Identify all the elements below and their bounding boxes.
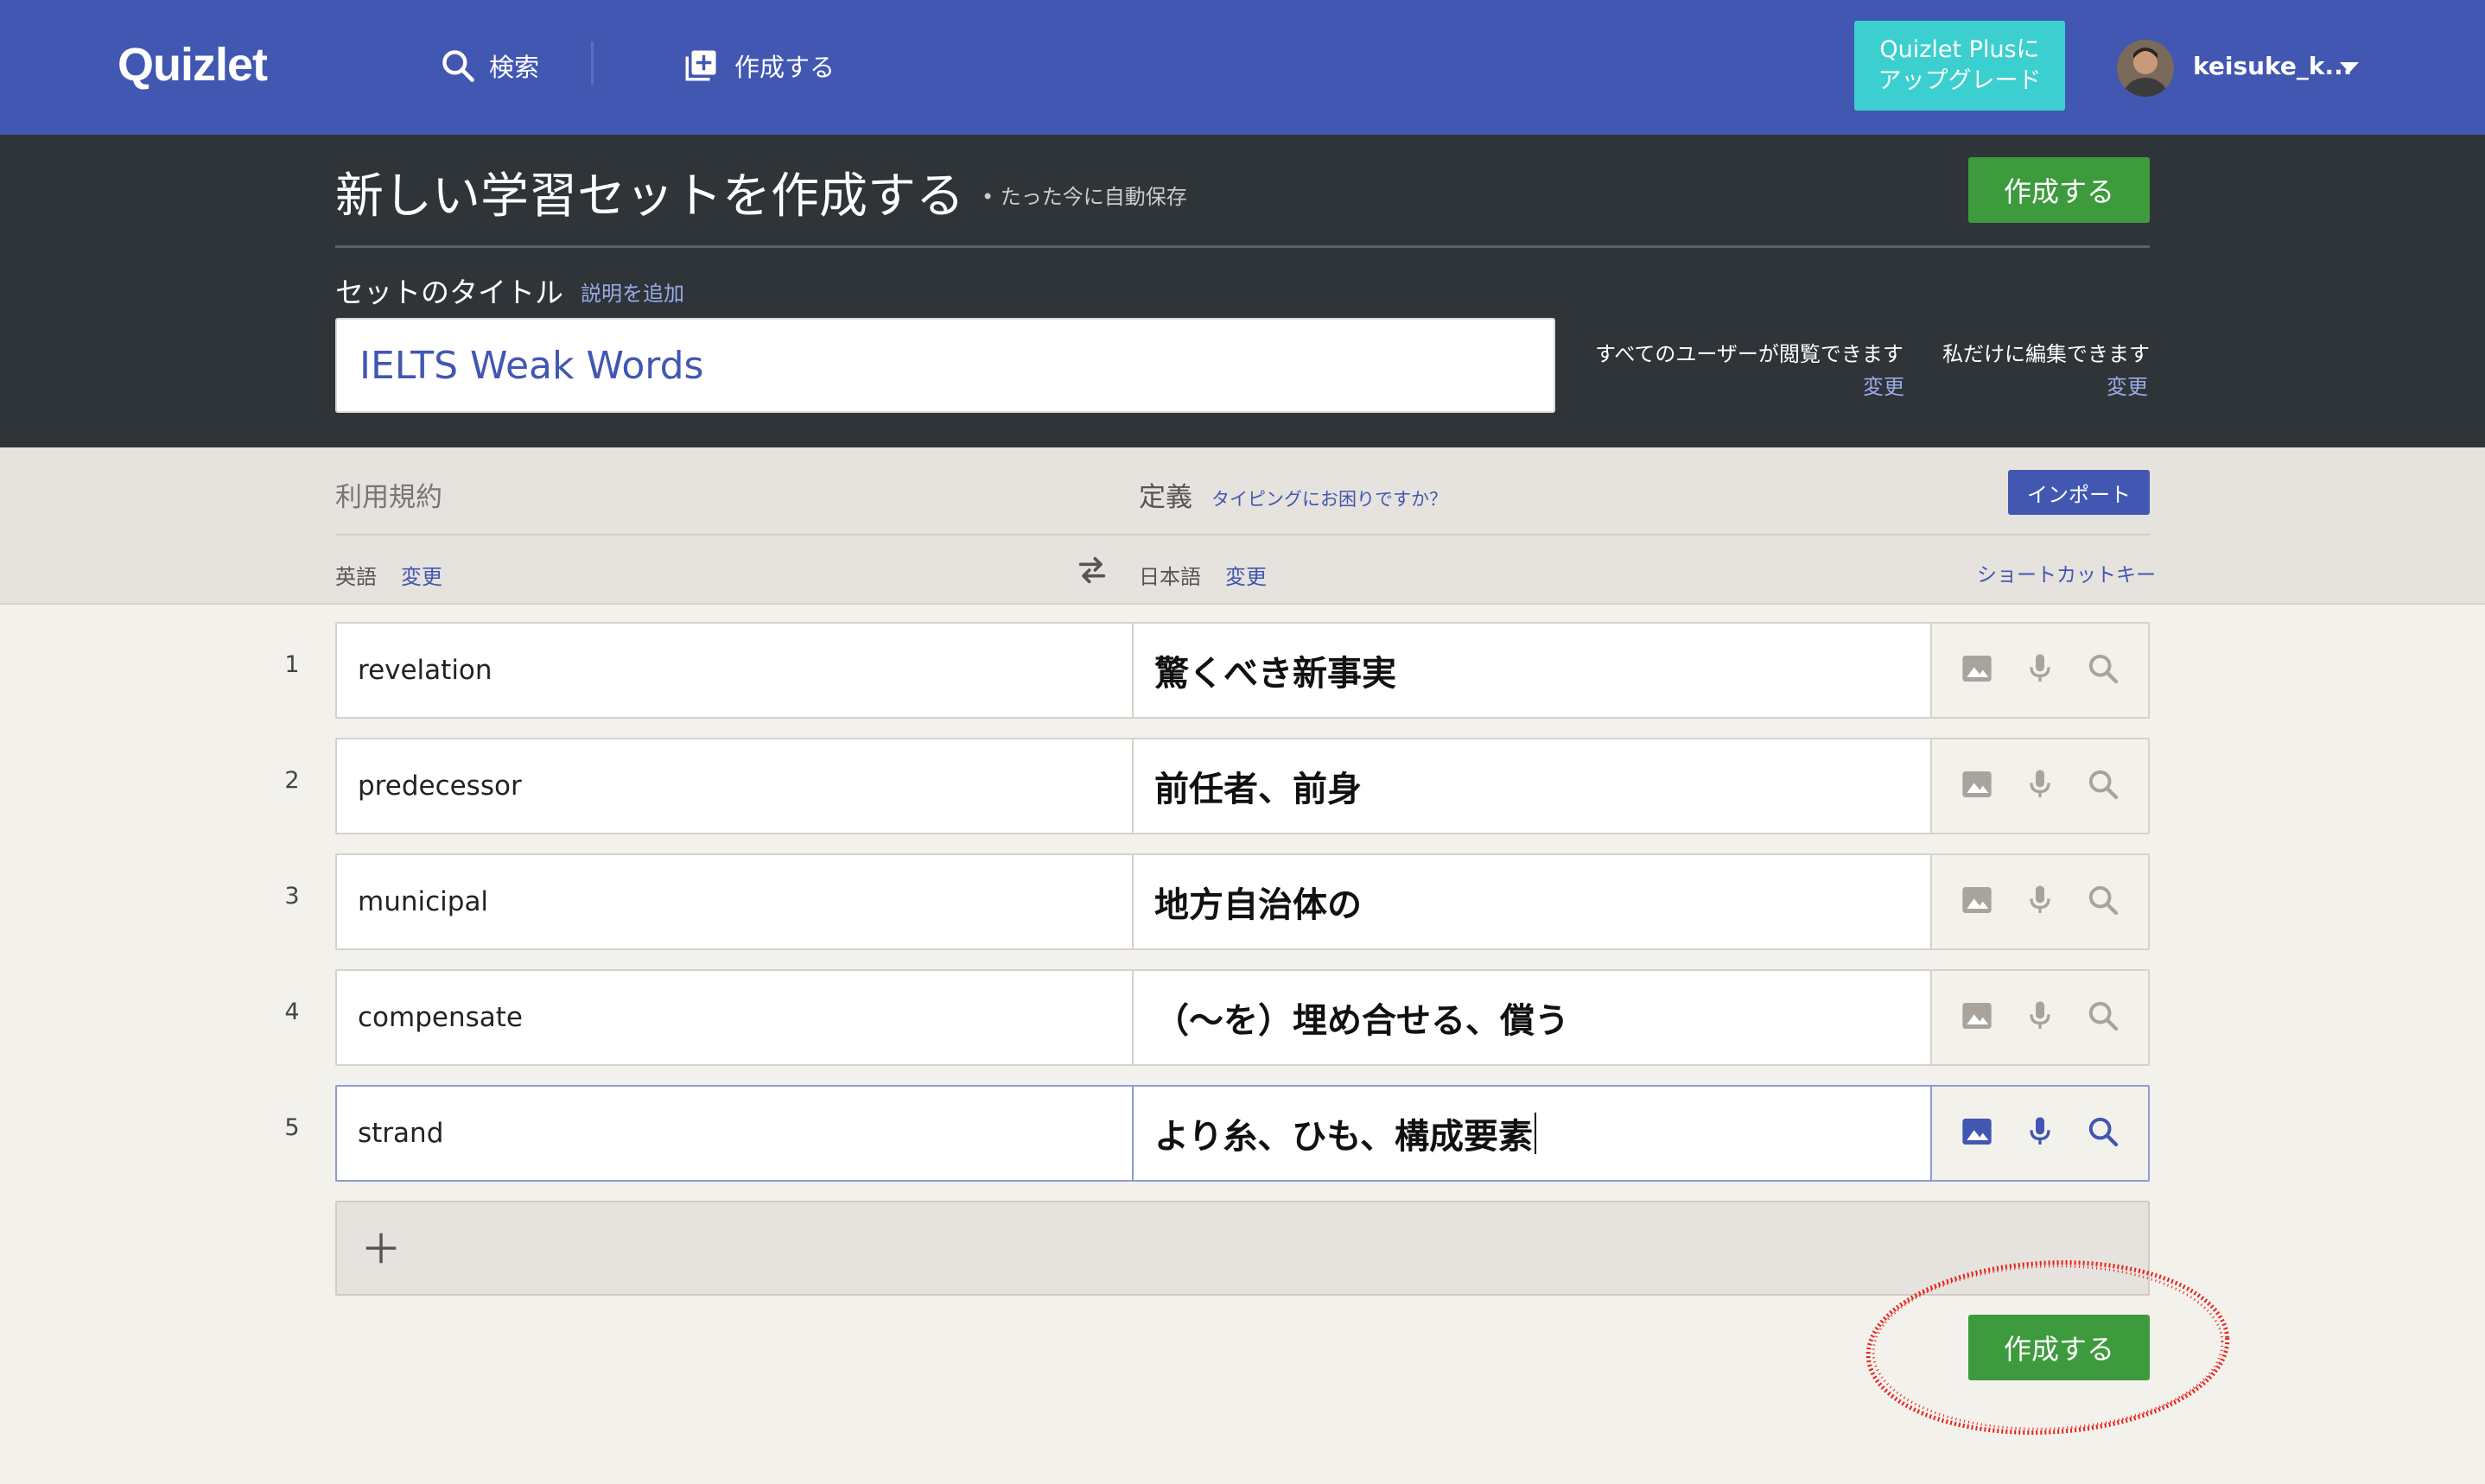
search-icon[interactable] bbox=[2086, 651, 2120, 689]
swap-icon[interactable] bbox=[1075, 553, 1109, 587]
import-button[interactable]: インポート bbox=[2008, 470, 2150, 515]
definition-text: （〜を）埋め合せる、償う bbox=[1154, 1001, 1569, 1041]
column-band-divider bbox=[335, 534, 2150, 536]
avatar[interactable] bbox=[2117, 40, 2174, 97]
upgrade-line-1: Quizlet Plusに bbox=[1879, 36, 2040, 63]
term-text: strand bbox=[358, 1118, 444, 1149]
definition-input[interactable]: より糸、ひも、構成要素 bbox=[1134, 1087, 1932, 1180]
quizlet-logo[interactable]: Quizlet bbox=[118, 38, 268, 92]
term-text: predecessor bbox=[358, 771, 522, 802]
card-number: 1 bbox=[284, 651, 300, 678]
set-title-input[interactable]: IELTS Weak Words bbox=[335, 318, 1555, 413]
card-row: compensate （〜を）埋め合せる、償う bbox=[335, 969, 2150, 1066]
term-text: revelation bbox=[358, 655, 493, 686]
card-tools bbox=[1932, 624, 2148, 717]
edit-permission-change-link[interactable]: 変更 bbox=[2107, 370, 2148, 400]
plus-icon bbox=[365, 1233, 397, 1264]
image-icon[interactable] bbox=[1960, 1114, 1994, 1152]
term-input[interactable]: municipal bbox=[337, 855, 1134, 948]
card-number: 5 bbox=[284, 1114, 300, 1141]
card-row: predecessor 前任者、前身 bbox=[335, 738, 2150, 834]
search-icon[interactable] bbox=[2086, 767, 2120, 805]
create-button-top[interactable]: 作成する bbox=[1968, 157, 2150, 223]
terms-column-label: 利用規約 bbox=[335, 482, 442, 513]
search-icon[interactable] bbox=[2086, 999, 2120, 1037]
shortcut-keys-link[interactable]: ショートカットキー bbox=[1977, 558, 2156, 587]
term-text: municipal bbox=[358, 886, 489, 917]
upgrade-line-2: アップグレード bbox=[1878, 67, 2042, 94]
typing-help-link[interactable]: タイピングにお困りですか？ bbox=[1211, 485, 1447, 511]
microphone-icon[interactable] bbox=[2023, 767, 2057, 805]
card-tools bbox=[1932, 855, 2148, 948]
image-icon[interactable] bbox=[1960, 999, 1994, 1037]
edit-permission-text: 私だけに編集できます bbox=[1942, 342, 2150, 366]
top-navbar: Quizlet 検索 作成する Quizlet Plusに アップグレード ke… bbox=[0, 0, 2485, 135]
card-tools bbox=[1932, 1087, 2148, 1180]
add-set-icon bbox=[685, 50, 716, 81]
username[interactable]: keisuke_k... bbox=[2193, 52, 2352, 80]
definition-text: 驚くべき新事実 bbox=[1154, 654, 1396, 694]
definition-language-label: 日本語 bbox=[1139, 565, 1201, 589]
nav-divider bbox=[591, 41, 594, 85]
search-icon bbox=[442, 50, 474, 82]
image-icon[interactable] bbox=[1960, 651, 1994, 689]
microphone-icon[interactable] bbox=[2023, 883, 2057, 921]
header-divider bbox=[335, 245, 2150, 248]
set-title-label: セットのタイトル bbox=[335, 276, 563, 309]
search-icon[interactable] bbox=[2086, 883, 2120, 921]
image-icon[interactable] bbox=[1960, 767, 1994, 805]
term-text: compensate bbox=[358, 1002, 523, 1033]
card-row: revelation 驚くべき新事実 bbox=[335, 622, 2150, 719]
nav-create-label: 作成する bbox=[734, 53, 836, 82]
card-row: strand より糸、ひも、構成要素 bbox=[335, 1085, 2150, 1182]
card-row: municipal 地方自治体の bbox=[335, 853, 2150, 950]
card-number: 3 bbox=[284, 883, 300, 910]
add-description-link[interactable]: 説明を追加 bbox=[581, 276, 684, 307]
nav-create-button[interactable]: 作成する bbox=[683, 43, 835, 88]
definition-text: より糸、ひも、構成要素 bbox=[1154, 1117, 1533, 1157]
visibility-text: すべてのユーザーが閲覧できます bbox=[1595, 342, 1903, 366]
term-input[interactable]: predecessor bbox=[337, 739, 1134, 833]
upgrade-button[interactable]: Quizlet Plusに アップグレード bbox=[1854, 21, 2065, 111]
image-icon[interactable] bbox=[1960, 883, 1994, 921]
card-number: 2 bbox=[284, 767, 300, 794]
term-input[interactable]: compensate bbox=[337, 971, 1134, 1064]
definition-input[interactable]: 前任者、前身 bbox=[1134, 739, 1932, 833]
definition-input[interactable]: 地方自治体の bbox=[1134, 855, 1932, 948]
term-language-change-link[interactable]: 変更 bbox=[401, 560, 442, 590]
visibility-change-link[interactable]: 変更 bbox=[1863, 370, 1904, 400]
autosave-status: • たった今に自動保存 bbox=[982, 185, 1187, 209]
definition-text: 前任者、前身 bbox=[1154, 770, 1362, 809]
chevron-down-icon[interactable] bbox=[2340, 62, 2359, 73]
microphone-icon[interactable] bbox=[2023, 1114, 2057, 1152]
microphone-icon[interactable] bbox=[2023, 651, 2057, 689]
term-input[interactable]: revelation bbox=[337, 624, 1134, 717]
term-language-label: 英語 bbox=[335, 565, 377, 589]
definition-input[interactable]: 驚くべき新事実 bbox=[1134, 624, 1932, 717]
definition-input[interactable]: （〜を）埋め合せる、償う bbox=[1134, 971, 1932, 1064]
card-tools bbox=[1932, 739, 2148, 833]
definition-language-change-link[interactable]: 変更 bbox=[1225, 560, 1267, 590]
microphone-icon[interactable] bbox=[2023, 999, 2057, 1037]
nav-search-label: 検索 bbox=[489, 53, 540, 82]
card-number: 4 bbox=[284, 999, 300, 1025]
annotation-circle bbox=[1865, 1260, 2230, 1435]
search-icon[interactable] bbox=[2086, 1114, 2120, 1152]
nav-search-button[interactable]: 検索 bbox=[439, 43, 539, 88]
definition-column-label: 定義 bbox=[1139, 482, 1192, 513]
page-title: 新しい学習セットを作成する bbox=[335, 168, 964, 225]
term-input[interactable]: strand bbox=[337, 1087, 1134, 1180]
definition-text: 地方自治体の bbox=[1154, 885, 1362, 925]
card-tools bbox=[1932, 971, 2148, 1064]
text-cursor bbox=[1535, 1113, 1536, 1154]
avatar-image bbox=[2117, 40, 2174, 97]
